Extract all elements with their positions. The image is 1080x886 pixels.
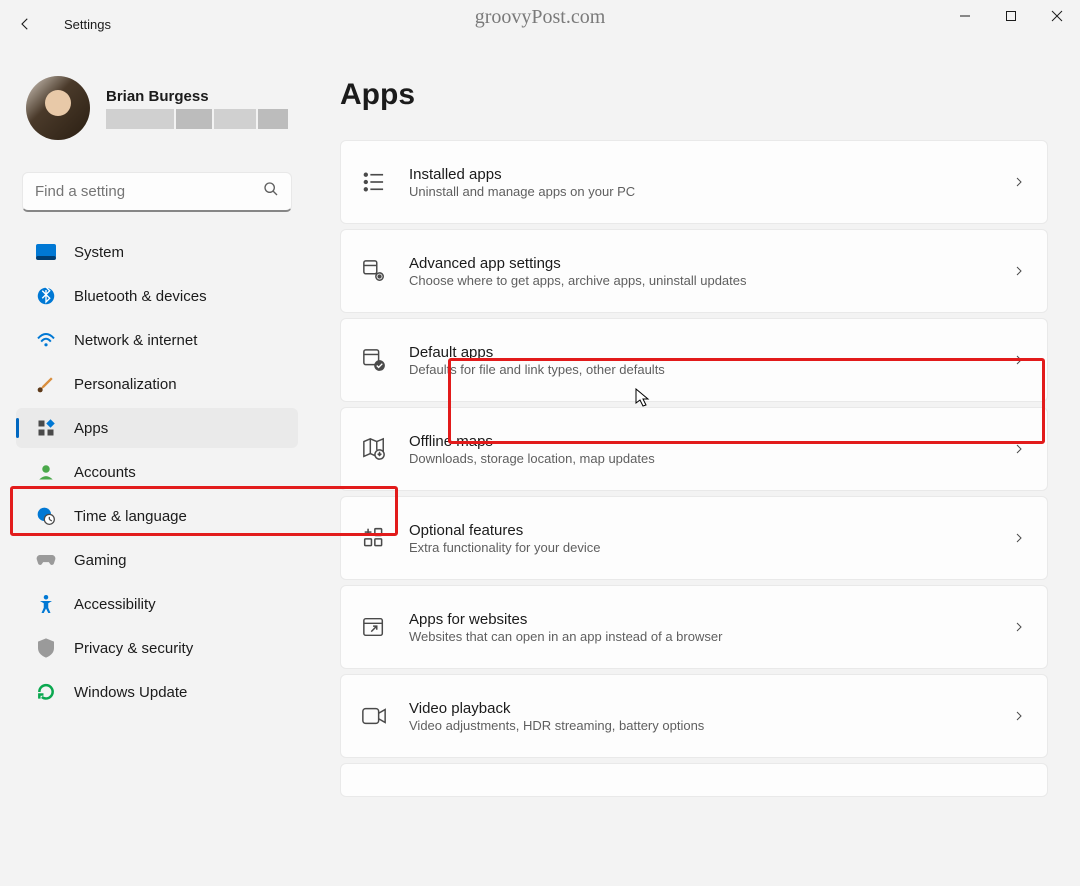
list-icon <box>361 169 387 195</box>
shield-icon <box>36 638 56 658</box>
sidebar-item-label: Time & language <box>74 508 187 525</box>
card-subtitle: Downloads, storage location, map updates <box>409 451 991 466</box>
main-content: Apps Installed apps Uninstall and manage… <box>310 48 1080 886</box>
profile-block[interactable]: Brian Burgess <box>12 48 302 158</box>
page-title: Apps <box>340 78 1048 112</box>
sidebar-item-gaming[interactable]: Gaming <box>16 540 298 580</box>
card-subtitle: Websites that can open in an app instead… <box>409 629 991 644</box>
card-title: Offline maps <box>409 433 991 450</box>
profile-email-redacted <box>106 109 288 129</box>
sidebar-item-label: Network & internet <box>74 332 197 349</box>
sidebar-item-label: Privacy & security <box>74 640 193 657</box>
sidebar-item-label: System <box>74 244 124 261</box>
sidebar: Brian Burgess System Blu <box>0 48 310 886</box>
person-icon <box>36 462 56 482</box>
card-default-apps[interactable]: Default apps Defaults for file and link … <box>340 318 1048 402</box>
app-gear-icon <box>361 258 387 284</box>
sidebar-item-apps[interactable]: Apps <box>16 408 298 448</box>
sidebar-item-label: Windows Update <box>74 684 187 701</box>
sidebar-item-personalization[interactable]: Personalization <box>16 364 298 404</box>
sidebar-item-accessibility[interactable]: Accessibility <box>16 584 298 624</box>
sidebar-item-label: Accessibility <box>74 596 156 613</box>
chevron-right-icon <box>1013 442 1027 456</box>
card-title: Video playback <box>409 700 991 717</box>
card-startup[interactable] <box>340 763 1048 797</box>
sidebar-item-privacy[interactable]: Privacy & security <box>16 628 298 668</box>
avatar <box>26 76 90 140</box>
chevron-right-icon <box>1013 709 1027 723</box>
card-title: Advanced app settings <box>409 255 991 272</box>
gamepad-icon <box>36 550 56 570</box>
card-installed-apps[interactable]: Installed apps Uninstall and manage apps… <box>340 140 1048 224</box>
bluetooth-icon <box>36 286 56 306</box>
card-subtitle: Video adjustments, HDR streaming, batter… <box>409 718 991 733</box>
sidebar-item-label: Apps <box>74 420 108 437</box>
watermark: groovyPost.com <box>475 6 606 29</box>
app-external-icon <box>361 614 387 640</box>
sidebar-item-bluetooth[interactable]: Bluetooth & devices <box>16 276 298 316</box>
chevron-right-icon <box>1013 531 1027 545</box>
sidebar-item-accounts[interactable]: Accounts <box>16 452 298 492</box>
card-advanced-app-settings[interactable]: Advanced app settings Choose where to ge… <box>340 229 1048 313</box>
card-title: Apps for websites <box>409 611 991 628</box>
sidebar-item-label: Bluetooth & devices <box>74 288 207 305</box>
wifi-icon <box>36 330 56 350</box>
sidebar-item-network[interactable]: Network & internet <box>16 320 298 360</box>
sidebar-item-system[interactable]: System <box>16 232 298 272</box>
maximize-button[interactable] <box>988 0 1034 32</box>
minimize-button[interactable] <box>942 0 988 32</box>
sidebar-item-label: Gaming <box>74 552 127 569</box>
nav: System Bluetooth & devices Network & int… <box>12 230 302 714</box>
card-offline-maps[interactable]: Offline maps Downloads, storage location… <box>340 407 1048 491</box>
chevron-right-icon <box>1013 353 1027 367</box>
video-icon <box>361 703 387 729</box>
profile-name: Brian Burgess <box>106 88 288 105</box>
search-box[interactable] <box>22 172 292 212</box>
card-subtitle: Uninstall and manage apps on your PC <box>409 184 991 199</box>
search-input[interactable] <box>35 183 263 200</box>
clock-globe-icon <box>36 506 56 526</box>
close-button[interactable] <box>1034 0 1080 32</box>
app-title: Settings <box>64 17 111 32</box>
card-apps-for-websites[interactable]: Apps for websites Websites that can open… <box>340 585 1048 669</box>
card-subtitle: Defaults for file and link types, other … <box>409 362 991 377</box>
update-icon <box>36 682 56 702</box>
app-check-icon <box>361 347 387 373</box>
card-title: Optional features <box>409 522 991 539</box>
map-download-icon <box>361 436 387 462</box>
search-icon <box>263 181 279 202</box>
sidebar-item-label: Accounts <box>74 464 136 481</box>
sidebar-item-update[interactable]: Windows Update <box>16 672 298 712</box>
card-title: Installed apps <box>409 166 991 183</box>
chevron-right-icon <box>1013 264 1027 278</box>
sidebar-item-time[interactable]: Time & language <box>16 496 298 536</box>
accessibility-icon <box>36 594 56 614</box>
system-icon <box>36 242 56 262</box>
card-subtitle: Choose where to get apps, archive apps, … <box>409 273 991 288</box>
card-title: Default apps <box>409 344 991 361</box>
chevron-right-icon <box>1013 175 1027 189</box>
card-subtitle: Extra functionality for your device <box>409 540 991 555</box>
grid-plus-icon <box>361 525 387 551</box>
back-button[interactable] <box>16 15 56 33</box>
apps-icon <box>36 418 56 438</box>
sidebar-item-label: Personalization <box>74 376 177 393</box>
card-optional-features[interactable]: Optional features Extra functionality fo… <box>340 496 1048 580</box>
paintbrush-icon <box>36 374 56 394</box>
chevron-right-icon <box>1013 620 1027 634</box>
card-video-playback[interactable]: Video playback Video adjustments, HDR st… <box>340 674 1048 758</box>
